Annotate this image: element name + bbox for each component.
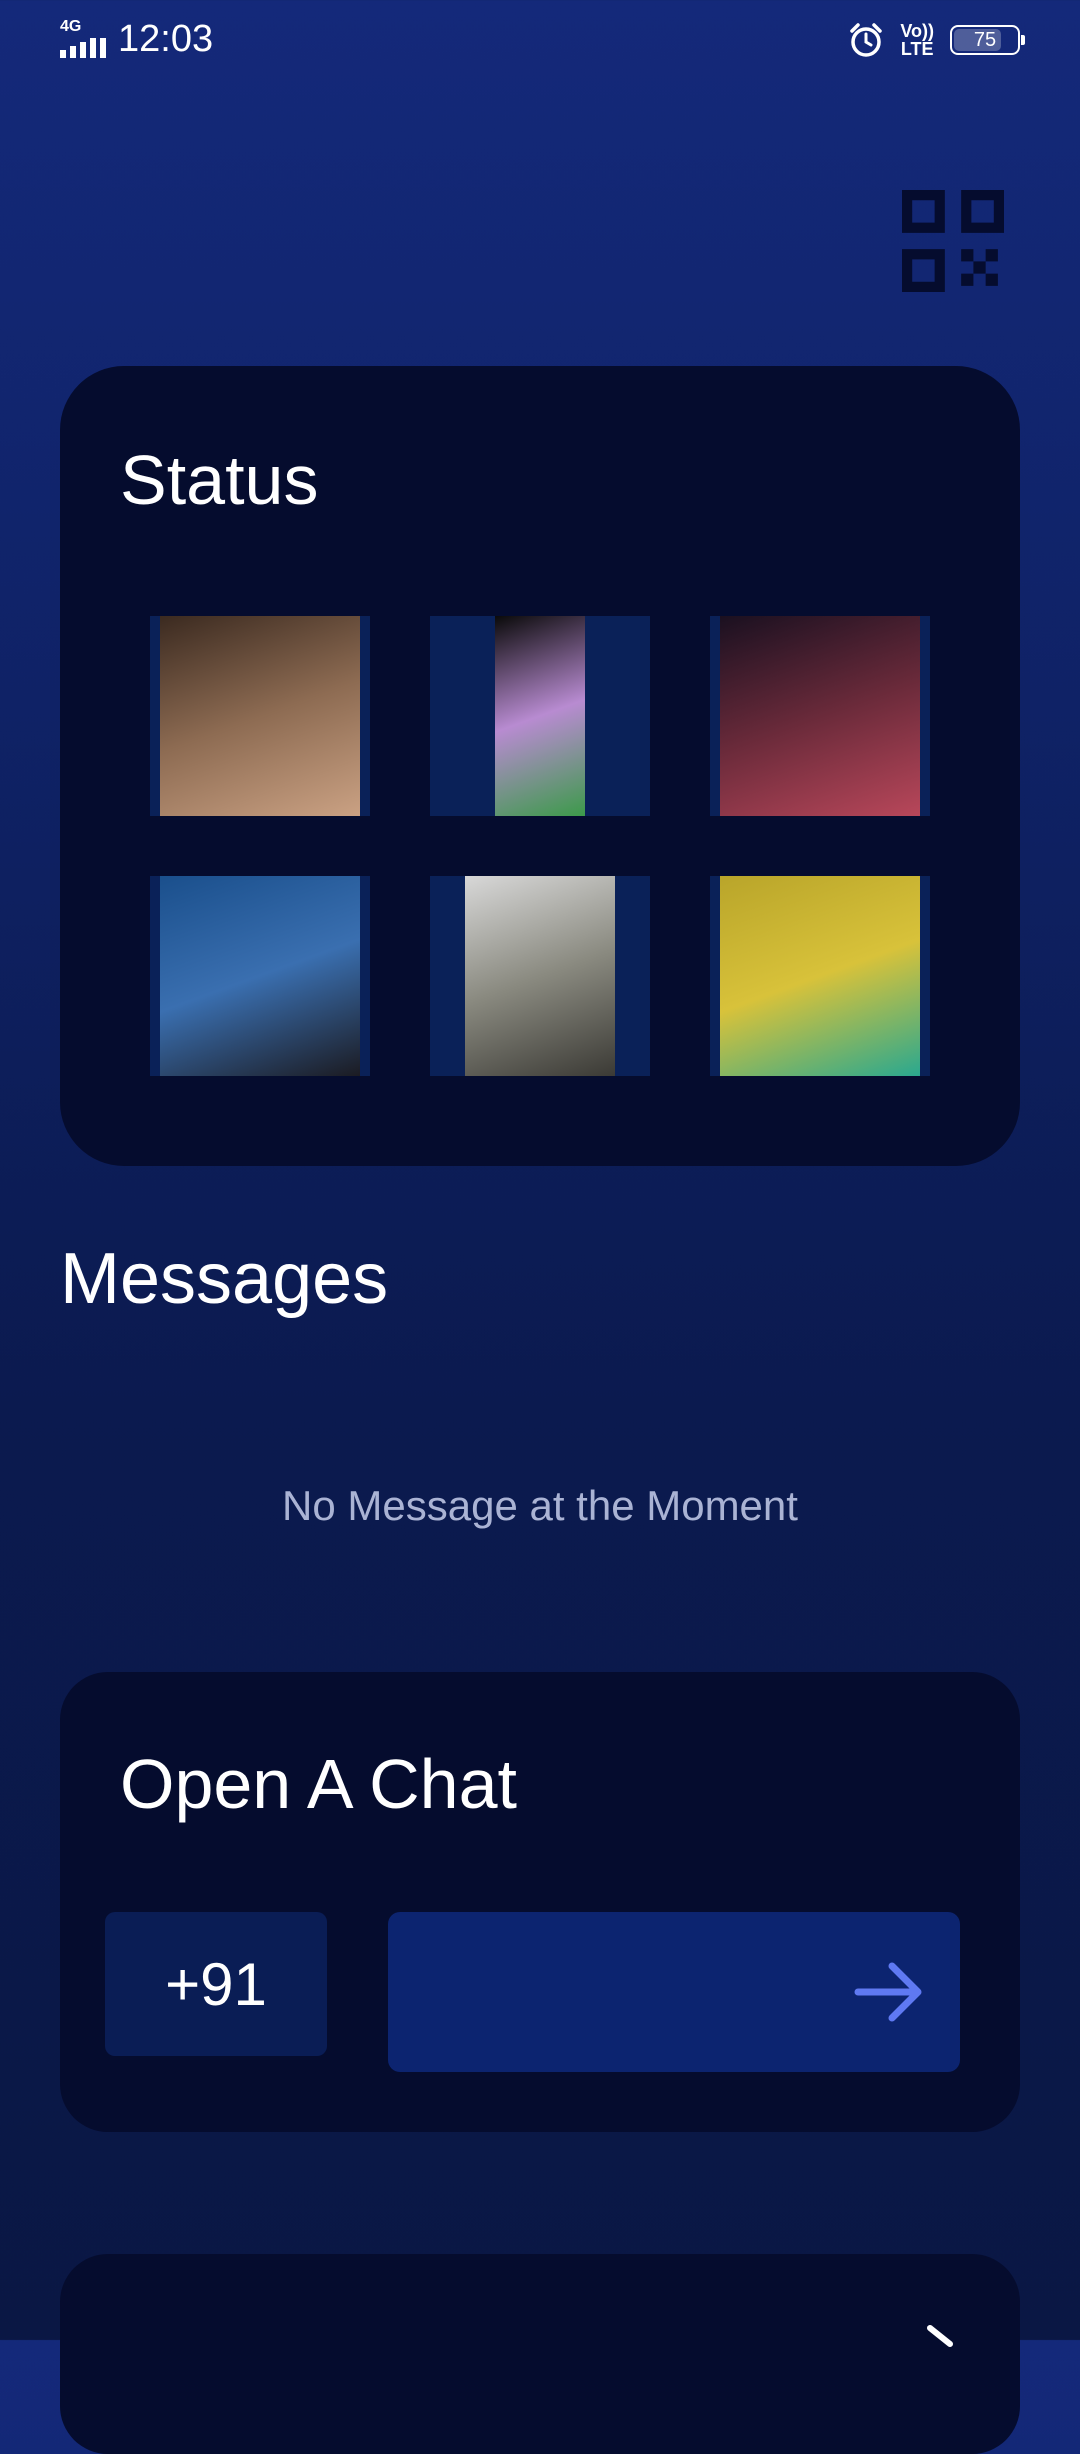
status-image (720, 876, 920, 1076)
status-thumb-2[interactable] (430, 616, 650, 816)
phone-number-field[interactable] (388, 1912, 960, 2074)
status-image (465, 876, 615, 1076)
signal-icon: 4G (60, 18, 108, 58)
status-thumb-5[interactable] (430, 876, 650, 1076)
status-image (720, 616, 920, 816)
chevron-right-icon (927, 2325, 953, 2347)
no-messages-text: No Message at the Moment (282, 1482, 798, 1529)
clock: 12:03 (118, 18, 214, 60)
country-code-selector[interactable]: +91 (105, 1912, 327, 2056)
status-card: Status (60, 366, 1020, 1166)
status-thumb-6[interactable] (710, 876, 930, 1076)
bottom-card[interactable] (60, 2254, 1020, 2454)
status-image (495, 616, 585, 816)
status-thumb-1[interactable] (150, 616, 370, 816)
status-thumbnail-grid (150, 616, 930, 1076)
volte-indicator: Vo)) LTE (900, 21, 934, 59)
messages-title: Messages (60, 1239, 389, 1319)
status-image (160, 616, 360, 816)
status-thumb-3[interactable] (710, 616, 930, 816)
qr-code-icon[interactable] (902, 190, 1004, 292)
status-thumb-4[interactable] (150, 876, 370, 1076)
status-bar: 4G 12:03 Vo)) LTE 75 (0, 0, 1080, 90)
network-type: 4G (60, 18, 82, 35)
open-chat-title: Open A Chat (120, 1745, 517, 1823)
alarm-icon (850, 23, 883, 57)
send-button[interactable] (850, 1952, 930, 2032)
status-title: Status (120, 441, 319, 519)
arrow-right-icon (854, 1962, 922, 2022)
phone-number-input[interactable] (408, 1912, 842, 2074)
battery-icon: 75 (950, 25, 1025, 55)
battery-level: 75 (973, 28, 997, 51)
open-chat-card: Open A Chat +91 (60, 1672, 1020, 2132)
status-image (160, 876, 360, 1076)
